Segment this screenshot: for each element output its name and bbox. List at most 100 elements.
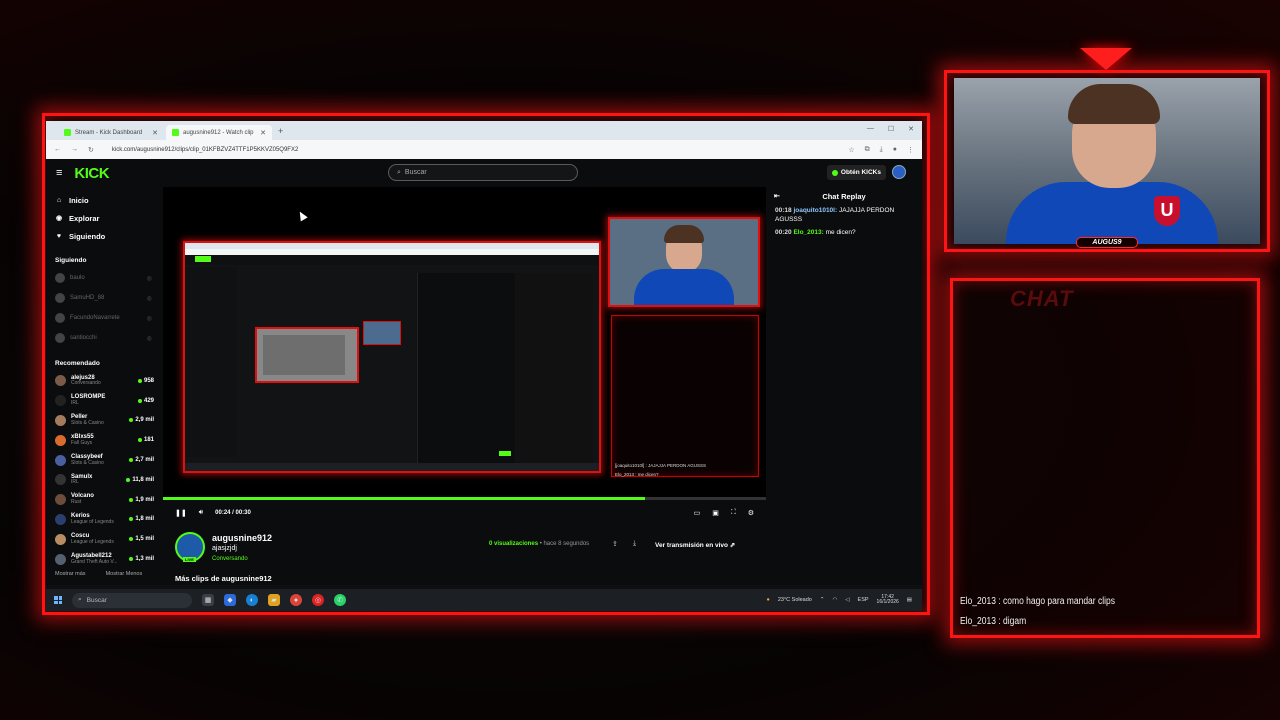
following-name: baulo [70,275,85,281]
minimize-icon[interactable]: — [867,125,874,133]
wifi-icon[interactable]: ◠ [832,597,837,603]
address-bar: ← → ↻ kick.com/augusnine912/clips/clip_0… [46,140,922,159]
tab-dashboard[interactable]: Stream - Kick Dashboard ✕ [58,125,164,140]
following-item[interactable]: santiocchi ◍ [46,328,162,348]
tab-label: augusnine912 - Watch clip [183,129,254,136]
recommended-item[interactable]: Peller Slots & Casino 2,9 mil [46,411,162,431]
clock-date: 16/1/2026 [876,599,899,605]
chat-overlay-title: CHAT [1010,286,1074,311]
close-tab-icon[interactable]: ✕ [152,129,158,137]
tab-label: Stream - Kick Dashboard [75,129,143,136]
views-info: 0 visualizaciones • hace 8 segundos [489,541,589,547]
settings-icon[interactable]: ⚙ [748,509,754,517]
recommended-item[interactable]: Samulx IRL 11,8 mil [46,470,162,490]
offline-icon: ◍ [146,295,152,302]
download-clip-icon[interactable]: ⤓ [633,540,636,548]
progress-fill [163,497,646,500]
theater-mode-icon[interactable]: ▭ [694,509,701,517]
viewer-count: 1,8 mil [129,516,154,522]
extensions-icon[interactable]: ⧉ [865,146,870,154]
weather-text[interactable]: 23°C Soleado [778,597,812,603]
kick-favicon-icon [172,129,179,136]
pip-icon[interactable]: ▣ [712,509,719,517]
kick-logo[interactable]: KICK [74,165,109,182]
get-kicks-button[interactable]: Obtén KICKs [826,165,886,180]
recommended-item[interactable]: Coscu League of Legends 1,5 mil [46,529,162,549]
profile-icon[interactable]: ● [893,146,897,154]
file-explorer-icon[interactable]: ▰ [268,594,280,606]
clip-video[interactable]: [joaquito1010l] : JAJAJJA PERDON AGUSSS … [163,187,766,497]
avatar [55,434,66,446]
url-field[interactable]: kick.com/augusnine912/clips/clip_01KFBZV… [112,147,298,153]
show-less-link[interactable]: Mostrar Menos [106,571,143,577]
recommended-item[interactable]: xBlxs55 Fall Guys 181 [46,430,162,450]
viewer-count: 181 [138,437,154,443]
avatar [55,474,66,486]
channel-category[interactable]: Conversando [212,556,248,562]
nav-inicio[interactable]: ⌂ Inicio [46,191,162,209]
share-icon[interactable]: ⇪ [612,540,618,548]
maximize-icon[interactable]: ☐ [888,125,894,133]
recommended-item[interactable]: Classybeef Slots & Casino 2,7 mil [46,450,162,470]
time-display: 00:24 / 00:30 [215,510,251,516]
nav-label: Siguiendo [69,231,106,241]
recommended-item[interactable]: Agustabell212 Grand Theft Auto V... 1,3 mi… [46,549,162,569]
copilot-icon[interactable]: ◆ [224,594,236,606]
watch-live-link[interactable]: Ver transmisión en vivo ⇗ [655,541,735,549]
fullscreen-icon[interactable]: ⛶ [731,509,736,517]
bookmark-star-icon[interactable]: ☆ [848,146,854,154]
pause-icon[interactable]: ❚❚ [175,509,187,517]
following-item[interactable]: FacundoNavarrete ◍ [46,308,162,328]
avatar [55,273,65,283]
channel-name[interactable]: augusnine912 [212,533,272,543]
close-tab-icon[interactable]: ✕ [260,129,266,137]
obs-icon[interactable]: ◎ [312,594,324,606]
windows-start-icon[interactable] [54,596,62,604]
facecam-name-tag: AUGUS9 [1076,237,1138,248]
chat-replay-title: Chat Replay [822,191,866,201]
forward-icon[interactable]: → [71,146,78,153]
taskbar-search[interactable]: ⌕ Buscar [72,592,192,608]
offline-icon: ◍ [146,335,152,342]
kicks-coin-icon [831,169,838,176]
hamburger-menu-icon[interactable]: ≡ [56,167,62,179]
new-tab-icon[interactable]: + [278,126,283,136]
close-window-icon[interactable]: ✕ [908,125,914,133]
chrome-icon[interactable]: ● [290,594,302,606]
whatsapp-icon[interactable]: ✆ [334,594,346,606]
message-user[interactable]: Elo_2013: [793,229,823,236]
search-input[interactable]: ⌕ Buscar [388,164,578,181]
download-icon[interactable]: ⤓ [880,146,883,154]
avatar [55,553,66,565]
avatar [55,293,65,303]
notifications-icon[interactable]: ▤ [907,597,912,603]
edge-icon[interactable]: ◐ [246,594,258,606]
nav-explorar[interactable]: ◉ Explorar [46,209,162,227]
nav-siguiendo[interactable]: ♥ Siguiendo [46,227,162,245]
tab-clip[interactable]: augusnine912 - Watch clip ✕ [166,125,272,140]
search-icon: ⌕ [397,168,401,176]
following-item[interactable]: SamuHD_88 ◍ [46,288,162,308]
language-indicator[interactable]: ESP [858,597,869,603]
recommended-info: Coscu League of Legends [71,533,114,546]
recommended-item[interactable]: Kerios League of Legends 1,8 mil [46,510,162,530]
menu-dots-icon[interactable]: ⋮ [907,146,914,154]
following-item[interactable]: baulo ◍ [46,268,162,288]
message-user[interactable]: joaquito1010l: [793,207,837,214]
recommended-item[interactable]: alejus28 Conversando 958 [46,371,162,391]
user-avatar[interactable] [892,165,906,179]
reload-icon[interactable]: ↻ [88,146,94,154]
tray-chevron-icon[interactable]: ⌃ [820,597,825,603]
task-view-icon[interactable]: ▦ [202,594,214,606]
speaker-icon[interactable]: ◁ [845,597,849,603]
show-more-link[interactable]: Mostrar más [55,571,86,577]
search-placeholder: Buscar [404,169,427,176]
collapse-chat-icon[interactable]: ⇤ [774,192,780,200]
progress-bar[interactable] [163,497,766,500]
recommended-item[interactable]: Volcano Rust 1,9 mil [46,490,162,510]
recommended-item[interactable]: LOSROMPE IRL 429 [46,391,162,411]
avatar [55,313,65,323]
back-icon[interactable]: ← [54,146,61,153]
volume-icon[interactable]: 🔊︎ [199,509,203,517]
taskbar-clock[interactable]: 17:42 16/1/2026 [876,594,899,606]
